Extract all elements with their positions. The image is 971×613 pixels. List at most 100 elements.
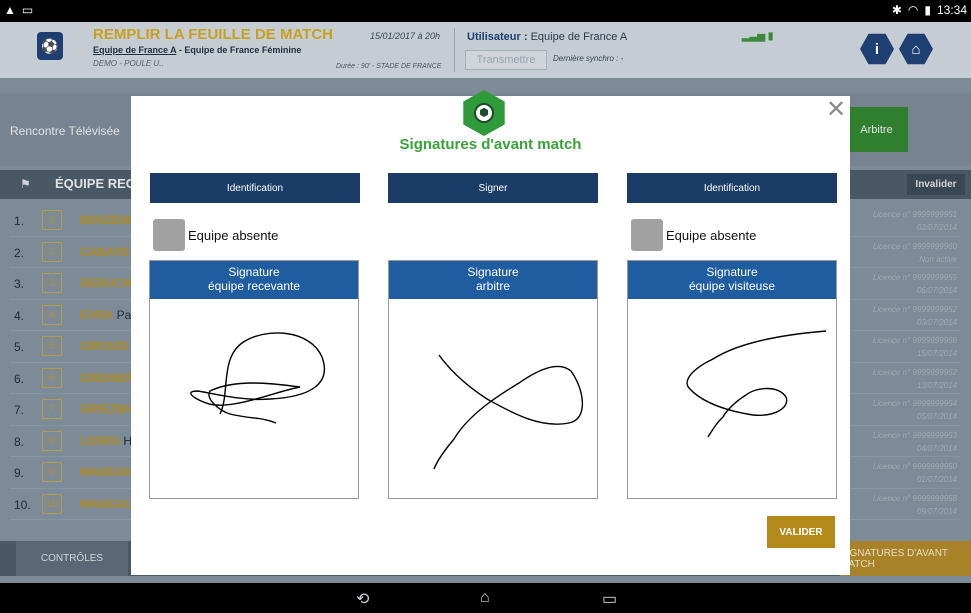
player-name: GRENIER (80, 371, 135, 385)
app-root: ▲ ▭ ✱ ◠ ▮ 13:34 ⚽ REMPLIR LA FEUILLE DE … (0, 0, 971, 613)
licence-number: Licence n° 9999999962 (872, 367, 957, 377)
clock: 13:34 (936, 3, 967, 17)
player-index: 9. (14, 466, 25, 480)
player-index: 7. (14, 403, 25, 417)
player-licence: Licence n° 9999999962 13/07/2014 (873, 366, 957, 392)
info-button[interactable]: i (860, 33, 894, 65)
player-licence: Licence n° 9999999953 04/07/2014 (873, 429, 957, 455)
fff-logo: ⚽ (37, 32, 63, 60)
licence-date: 01/07/2014 (916, 475, 957, 484)
player-name: EVRA Pa (80, 308, 131, 322)
player-number[interactable]: 8 (42, 430, 62, 451)
licence-number: Licence n° 9999999955 (872, 273, 957, 282)
screenshot-icon: ▭ (21, 3, 34, 17)
player-name: CABAYE (80, 245, 130, 259)
player-licence: Licence n° 9999999955 06/07/2014 (873, 271, 957, 297)
signer-button[interactable]: Signer (388, 173, 598, 203)
licence-date: 13/07/2014 (916, 380, 957, 390)
transmit-button[interactable]: Transmettre (465, 50, 547, 70)
licence-number: Licence n° 9999999952 (872, 304, 957, 314)
player-number[interactable]: 9 (42, 462, 62, 482)
player-licence: Licence n° 9999999950 01/07/2014 (873, 460, 957, 486)
valider-button[interactable]: VALIDER (767, 516, 835, 548)
user-info: Utilisateur : Equipe de France A (467, 31, 627, 43)
player-number[interactable]: 4 (42, 304, 62, 325)
licence-number: Licence n° 9999999951 (872, 210, 957, 219)
player-number[interactable]: 3 (42, 273, 62, 293)
modal-title: Signatures d'avant match (399, 136, 582, 153)
poule-label: DEMO - POULE U.. (93, 59, 164, 68)
player-number[interactable]: 6 (42, 367, 62, 388)
app-header: ⚽ REMPLIR LA FEUILLE DE MATCH Equipe de … (0, 22, 971, 78)
player-number[interactable]: 7 (42, 399, 62, 419)
system-nav-bar: ⟲ ⌂ ▭ (0, 583, 971, 613)
signature-pad-home[interactable]: Signature équipe recevante (149, 260, 359, 499)
player-number[interactable]: 2 (42, 241, 62, 262)
modal-badge: ⬢ (463, 90, 505, 136)
player-index: 2. (14, 245, 25, 260)
signature-away-stroke (686, 330, 827, 438)
team-home[interactable]: Equipe de France A (93, 45, 176, 55)
player-number[interactable]: 5 (42, 336, 62, 356)
licence-number: Licence n° 9999999953 (872, 430, 957, 440)
player-name: LIORIS H (80, 434, 132, 448)
player-licence: Licence n° 9999999951 02/07/2014 (873, 208, 957, 234)
arbitre-button[interactable]: Arbitre (845, 107, 908, 152)
team-crest-icon: ⚑ (20, 177, 31, 191)
licence-date: 03/07/2014 (916, 317, 957, 327)
signature-referee-stroke (433, 354, 584, 470)
licence-number: Licence n° 9999999950 (872, 462, 957, 471)
player-name: GIROUD (80, 339, 128, 353)
home-icon: ⌂ (911, 40, 921, 58)
user-value: Equipe de France A (527, 31, 628, 43)
absent-home-label: Equipe absente (188, 227, 279, 243)
player-index: 10. (14, 497, 31, 512)
signature-away-title: Signature (706, 265, 758, 279)
licence-number: Licence n° 9999999966 (872, 336, 957, 345)
bluetooth-icon: ✱ (891, 3, 902, 17)
player-licence: Licence n° 9999999954 05/07/2014 (873, 397, 957, 423)
signature-referee-subtitle: arbitre (475, 279, 510, 293)
identification-button-away[interactable]: Identification (627, 173, 837, 203)
match-date: 15/01/2017 à 20h (370, 31, 441, 41)
player-lastname: GRENIER (80, 370, 135, 385)
signature-home-stroke (190, 332, 325, 424)
licence-date: Non active (919, 254, 957, 264)
home-nav-icon[interactable]: ⌂ (480, 589, 490, 607)
signature-pad-away[interactable]: Signature équipe visiteuse (627, 260, 837, 499)
licence-number: Licence n° 9999999958 (872, 493, 957, 503)
player-licence: Licence n° 9999999966 15/07/2014 (873, 334, 957, 360)
signature-pad-referee[interactable]: Signature arbitre (388, 260, 598, 499)
player-licence: Licence n° 9999999960 Non active (873, 240, 957, 266)
licence-date: 09/07/2014 (916, 506, 957, 516)
player-number[interactable]: 10 (42, 493, 62, 514)
absent-away-label: Equipe absente (666, 227, 757, 243)
signature-home-subtitle: équipe recevante (207, 279, 301, 293)
home-button[interactable]: ⌂ (899, 33, 933, 65)
absent-home-checkbox[interactable] (153, 219, 185, 251)
player-lastname: EVRA (80, 307, 114, 322)
player-index: 4. (14, 308, 25, 323)
player-number[interactable]: 1 (42, 210, 62, 230)
player-index: 8. (14, 434, 25, 449)
close-icon[interactable]: ✕ (825, 98, 847, 122)
wifi-icon: ◠ (907, 3, 919, 17)
player-index: 6. (14, 371, 25, 386)
signatures-modal: ⬢ ✕ Signatures d'avant match Identificat… (131, 90, 850, 575)
signatures-avant-match-button[interactable]: SIGNATURES D'AVANT MATCH (840, 541, 971, 576)
licence-date: 04/07/2014 (916, 443, 957, 453)
controles-button[interactable]: CONTRÔLES (16, 541, 128, 576)
absent-away-checkbox[interactable] (631, 219, 663, 251)
player-index: 5. (14, 340, 25, 354)
absent-away[interactable]: Equipe absente (631, 219, 756, 251)
back-icon[interactable]: ⟲ (356, 589, 369, 609)
recents-icon[interactable]: ▭ (602, 589, 617, 609)
identification-button-home[interactable]: Identification (150, 173, 360, 203)
signature-away-header: Signature équipe visiteuse (628, 261, 836, 299)
user-label: Utilisateur : (467, 31, 528, 43)
status-bar: ▲ ▭ ✱ ◠ ▮ 13:34 (0, 0, 971, 22)
info-icon: i (874, 40, 880, 58)
invalider-button[interactable]: Invalider (907, 174, 965, 195)
licence-date: 02/07/2014 (916, 223, 957, 232)
absent-home[interactable]: Equipe absente (153, 219, 278, 251)
